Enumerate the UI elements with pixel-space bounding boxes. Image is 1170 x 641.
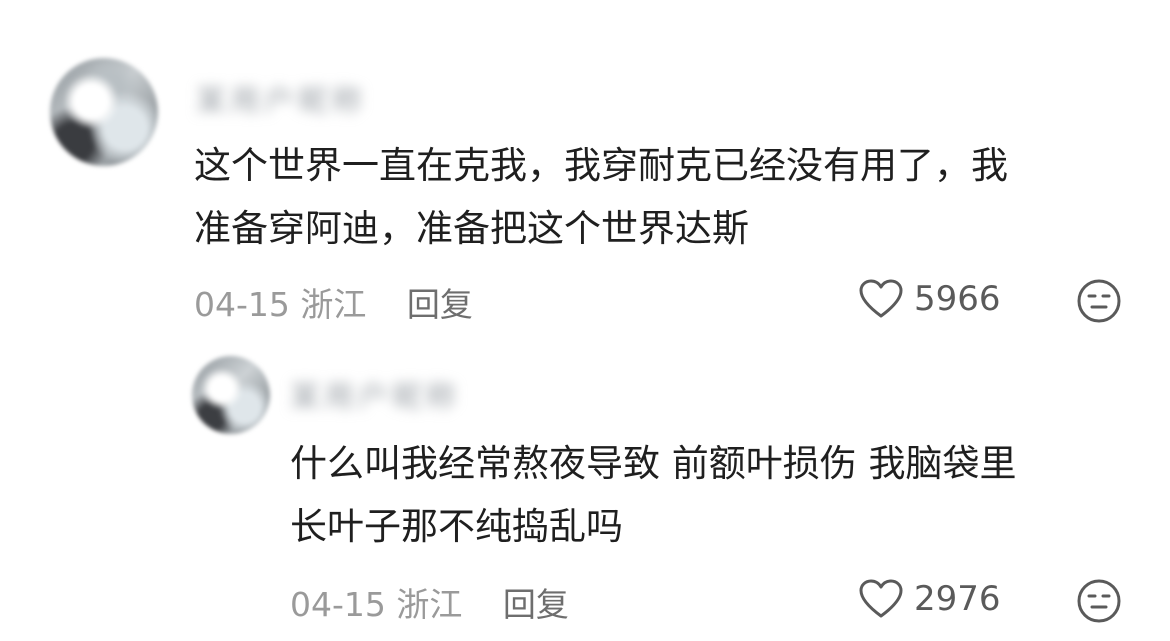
comment-date: 04-15 xyxy=(290,585,386,624)
comment-text-line: 长叶子那不纯捣乱吗 xyxy=(290,505,623,548)
heart-outline-icon xyxy=(859,279,903,318)
reply-button[interactable]: 回复 xyxy=(503,585,569,624)
reply-button[interactable]: 回复 xyxy=(407,285,473,324)
comment-text-line: 这个世界一直在克我，我穿耐克已经没有用了，我 xyxy=(194,144,1008,187)
comment-location: 浙江 xyxy=(396,585,463,624)
like-button[interactable]: 2976 xyxy=(858,578,1001,620)
comment-meta: 04-15 浙江 回复 xyxy=(290,578,569,626)
neutral-face-icon[interactable] xyxy=(1076,278,1122,324)
comment-text: 什么叫我经常熬夜导致 前额叶损伤 我脑袋里 长叶子那不纯捣乱吗 xyxy=(290,432,1017,558)
comment-meta: 04-15 浙江 回复 xyxy=(194,278,473,326)
avatar[interactable] xyxy=(192,356,270,434)
comment-section: 某用户昵称 这个世界一直在克我，我穿耐克已经没有用了，我 准备穿阿迪，准备把这个… xyxy=(0,0,1170,641)
heart-outline-icon xyxy=(859,579,903,618)
comment-location: 浙江 xyxy=(300,285,367,324)
comment-text-line: 准备穿阿迪，准备把这个世界达斯 xyxy=(194,207,749,250)
comment-text: 这个世界一直在克我，我穿耐克已经没有用了，我 准备穿阿迪，准备把这个世界达斯 xyxy=(194,134,1008,260)
like-button[interactable]: 5966 xyxy=(858,278,1001,320)
neutral-face-icon[interactable] xyxy=(1076,578,1122,624)
comment-date: 04-15 xyxy=(194,285,290,324)
username[interactable]: 某用户昵称 xyxy=(290,372,460,416)
like-count: 2976 xyxy=(914,579,1001,619)
comment-text-line: 什么叫我经常熬夜导致 前额叶损伤 我脑袋里 xyxy=(290,442,1017,485)
avatar[interactable] xyxy=(50,58,158,166)
username[interactable]: 某用户昵称 xyxy=(196,76,366,120)
like-count: 5966 xyxy=(914,279,1001,319)
